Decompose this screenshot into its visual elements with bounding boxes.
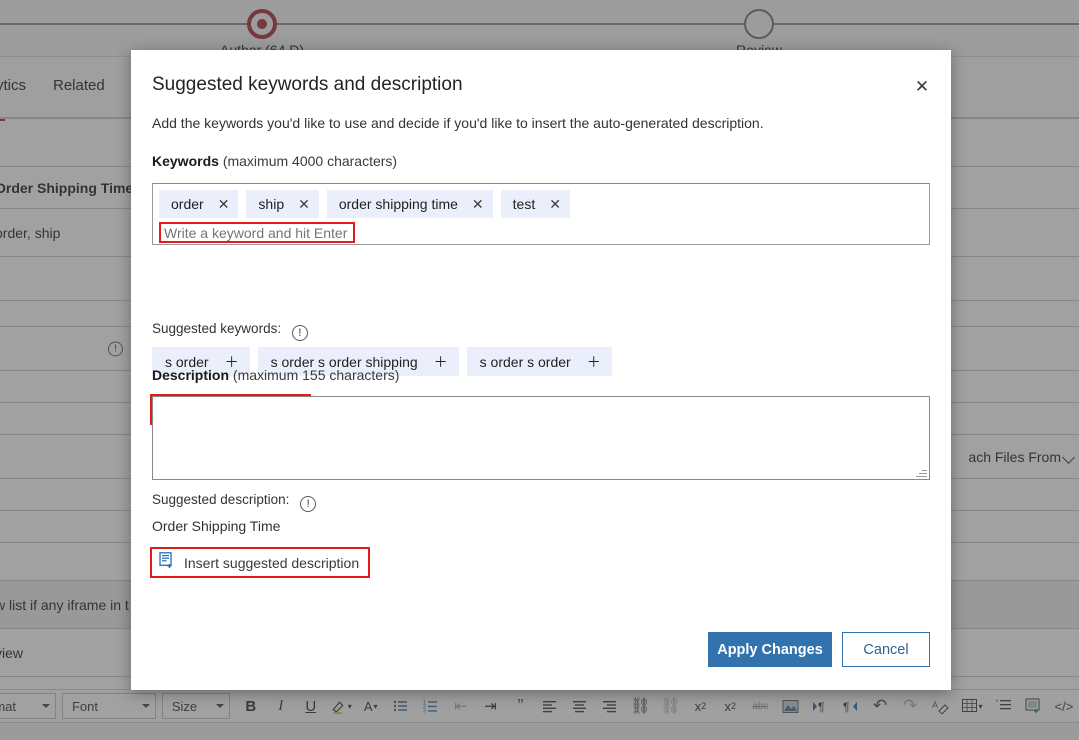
description-label-text: Description (152, 367, 230, 383)
suggested-keyword-label: s order s order (479, 353, 571, 370)
description-field[interactable] (152, 396, 930, 480)
keyword-chip-label: ship (258, 196, 285, 212)
cancel-button[interactable]: Cancel (842, 632, 930, 667)
suggested-description-text: Order Shipping Time (152, 518, 281, 534)
remove-keyword-icon[interactable]: ✕ (218, 197, 230, 211)
suggested-keyword-chip[interactable]: s order s order ＋ (466, 347, 612, 376)
suggested-keywords-label: Suggested keywords: ! (152, 321, 308, 341)
keyword-input[interactable] (159, 222, 355, 243)
dialog-subtitle: Add the keywords you'd like to use and d… (152, 115, 764, 131)
dialog-title: Suggested keywords and description (152, 74, 463, 95)
info-icon[interactable]: ! (291, 325, 308, 341)
keyword-chip[interactable]: order ✕ (159, 190, 239, 218)
description-hint: (maximum 155 characters) (232, 367, 400, 383)
keyword-chip[interactable]: ship ✕ (246, 190, 319, 218)
keywords-label: Keywords (maximum 4000 characters) (152, 153, 397, 169)
keyword-chip[interactable]: order shipping time ✕ (326, 190, 493, 218)
suggested-keywords-dialog: Suggested keywords and description ✕ Add… (131, 50, 951, 690)
keyword-chip-label: order shipping time (338, 196, 458, 212)
close-icon[interactable]: ✕ (907, 72, 937, 102)
insert-suggested-description-label: Insert suggested description (184, 554, 360, 571)
remove-keyword-icon[interactable]: ✕ (549, 197, 561, 211)
remove-keyword-icon[interactable]: ✕ (472, 197, 484, 211)
suggested-description-label: Suggested description: ! (152, 492, 317, 512)
remove-keyword-icon[interactable]: ✕ (298, 197, 310, 211)
keywords-label-text: Keywords (152, 153, 219, 169)
insert-suggested-description-button[interactable]: Insert suggested description (150, 547, 371, 578)
info-icon[interactable]: ! (300, 496, 317, 512)
suggested-keywords-label-text: Suggested keywords: (152, 321, 282, 336)
description-label: Description (maximum 155 characters) (152, 367, 399, 383)
dialog-footer: Apply Changes Cancel (708, 632, 930, 667)
keywords-field[interactable]: order ✕ ship ✕ order shipping time ✕ tes… (152, 183, 930, 245)
apply-changes-button[interactable]: Apply Changes (708, 632, 832, 667)
add-keyword-icon[interactable]: ＋ (587, 352, 601, 372)
keyword-chip-label: order (171, 196, 204, 212)
add-keyword-icon[interactable]: ＋ (434, 352, 448, 372)
suggested-description-label-text: Suggested description: (152, 492, 290, 507)
keyword-chip[interactable]: test ✕ (500, 190, 570, 218)
description-input[interactable] (153, 397, 929, 479)
keyword-chip-label: test (512, 196, 536, 212)
keyword-input-wrapper (159, 222, 925, 243)
keywords-hint: (maximum 4000 characters) (222, 153, 398, 169)
keyword-chip-list: order ✕ ship ✕ order shipping time ✕ tes… (159, 190, 570, 218)
insert-list-icon (159, 552, 175, 573)
